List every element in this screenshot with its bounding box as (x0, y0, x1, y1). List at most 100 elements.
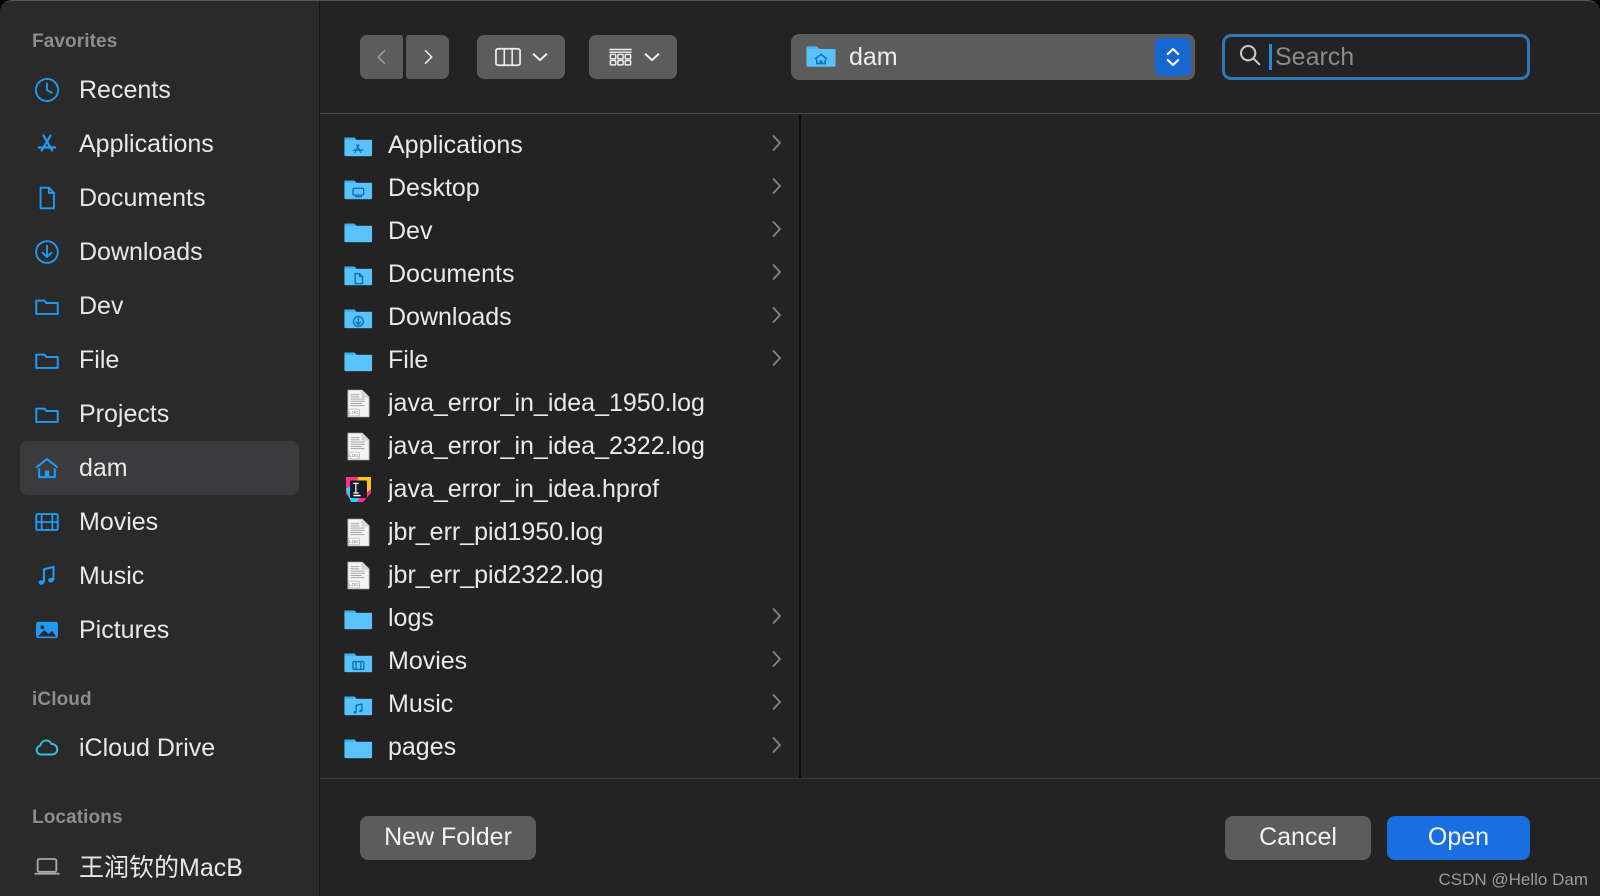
preview-column (801, 114, 1600, 778)
path-popup-button[interactable]: dam (791, 34, 1195, 80)
chevron-right-icon (424, 49, 433, 65)
music-note-icon (32, 561, 62, 591)
file-row[interactable]: Desktop (320, 167, 799, 210)
folder-movies-icon (343, 647, 373, 677)
clock-icon (32, 75, 62, 105)
file-list-column[interactable]: Applications Desktop Dev Documents Downloads… (320, 114, 801, 778)
sidebar-section-icloud: iCloud (32, 689, 92, 710)
chevron-down-icon (532, 52, 547, 61)
sidebar-item-downloads[interactable]: Downloads (20, 225, 299, 279)
file-row[interactable]: java_error_in_idea.hprof (320, 468, 799, 511)
watermark: CSDN @Hello Dam (1438, 870, 1588, 889)
file-row[interactable]: Movies (320, 640, 799, 683)
open-button[interactable]: Open (1387, 815, 1530, 860)
svg-text:LOG: LOG (349, 410, 359, 415)
sidebar-item-recents[interactable]: Recents (20, 63, 299, 117)
folder-applications-icon (343, 131, 373, 161)
chevron-right-icon (771, 649, 783, 674)
folder-icon (32, 291, 62, 321)
file-row[interactable]: LOG jbr_err_pid2322.log (320, 554, 799, 597)
file-name: java_error_in_idea_2322.log (388, 432, 705, 460)
content-area: dam Search Applications Desktop Dev Documen… (320, 1, 1600, 896)
sidebar-item-label: 王润钦的MacB (79, 854, 243, 882)
file-name: logs (388, 604, 434, 632)
group-by-button[interactable] (589, 35, 677, 79)
file-row[interactable]: Dev (320, 210, 799, 253)
chevron-left-icon (376, 49, 385, 65)
sidebar-item-dev[interactable]: Dev (20, 279, 299, 333)
sidebar-item-dam[interactable]: dam (20, 441, 299, 495)
log-file-icon: LOG (343, 518, 373, 548)
file-name: jbr_err_pid2322.log (388, 561, 604, 589)
file-name: Desktop (388, 174, 480, 202)
file-row[interactable]: LOG jbr_err_pid1950.log (320, 511, 799, 554)
file-row[interactable]: logs (320, 597, 799, 640)
sidebar-item-file[interactable]: File (20, 333, 299, 387)
sidebar-section-favorites: Favorites (32, 31, 118, 52)
sidebar-item-label: Pictures (79, 615, 170, 644)
toolbar: dam Search (320, 1, 1600, 114)
sidebar-item-label: Projects (79, 399, 170, 428)
column-view-icon (494, 47, 521, 67)
chevron-right-icon (771, 219, 783, 244)
chevron-right-icon (771, 176, 783, 201)
file-row[interactable]: File (320, 339, 799, 382)
sidebar-item-label: Applications (79, 129, 214, 158)
log-file-icon: LOG (343, 561, 373, 591)
folder-icon (32, 345, 62, 375)
chevron-up-icon (1166, 47, 1180, 56)
folder-downloads-icon (343, 303, 373, 333)
file-name: Dev (388, 217, 433, 245)
forward-button[interactable] (406, 35, 449, 79)
sidebar-item-icloud-drive[interactable]: iCloud Drive (20, 721, 299, 775)
folder-plain-icon (343, 346, 373, 376)
text-cursor (1269, 44, 1272, 70)
chevron-right-icon (771, 348, 783, 373)
sidebar-item-label: iCloud Drive (79, 733, 216, 762)
file-row[interactable]: Applications (320, 124, 799, 167)
back-button[interactable] (360, 35, 403, 79)
sidebar-item-pictures[interactable]: Pictures (20, 603, 299, 657)
chevron-right-icon (771, 692, 783, 717)
file-name: Music (388, 690, 454, 718)
sidebar-item-applications[interactable]: Applications (20, 117, 299, 171)
folder-plain-icon (343, 733, 373, 763)
photo-icon (32, 615, 62, 645)
log-file-icon: LOG (343, 389, 373, 419)
cancel-button[interactable]: Cancel (1225, 815, 1371, 860)
chevron-right-icon (771, 735, 783, 760)
view-mode-button[interactable] (477, 35, 565, 79)
dialog-footer: New Folder Cancel Open CSDN @Hello Dam (320, 779, 1600, 896)
chevron-right-icon (771, 606, 783, 631)
sidebar-item-music[interactable]: Music (20, 549, 299, 603)
home-folder-icon (805, 42, 837, 73)
sidebar-item-movies[interactable]: Movies (20, 495, 299, 549)
sidebar-item-projects[interactable]: Projects (20, 387, 299, 441)
file-row[interactable]: Downloads (320, 296, 799, 339)
search-field[interactable]: Search (1222, 34, 1530, 80)
folder-plain-icon (343, 604, 373, 634)
search-icon (1237, 42, 1263, 73)
sidebar-item-documents[interactable]: Documents (20, 171, 299, 225)
folder-documents-icon (343, 260, 373, 290)
file-row[interactable]: pages (320, 726, 799, 769)
path-stepper[interactable] (1155, 38, 1191, 76)
chevron-right-icon (771, 262, 783, 287)
sidebar-item-label: dam (79, 453, 128, 482)
chevron-right-icon (771, 133, 783, 158)
sidebar-item-macbook[interactable]: 王润钦的MacB (20, 839, 299, 893)
file-row[interactable]: Music (320, 683, 799, 726)
chevron-down-icon (1166, 58, 1180, 67)
file-row[interactable]: Documents (320, 253, 799, 296)
sidebar-item-label: Recents (79, 75, 171, 104)
file-name: File (388, 346, 429, 374)
file-row[interactable]: LOG java_error_in_idea_1950.log (320, 382, 799, 425)
file-picker-dialog: Favorites Recents Applications Documents… (0, 0, 1600, 896)
file-row[interactable]: LOG java_error_in_idea_2322.log (320, 425, 799, 468)
file-name: java_error_in_idea_1950.log (388, 389, 705, 417)
sidebar-item-label: Movies (79, 507, 159, 536)
chevron-down-icon (644, 52, 659, 61)
new-folder-button[interactable]: New Folder (360, 815, 536, 860)
sidebar: Favorites Recents Applications Documents… (0, 1, 320, 896)
folder-icon (32, 399, 62, 429)
